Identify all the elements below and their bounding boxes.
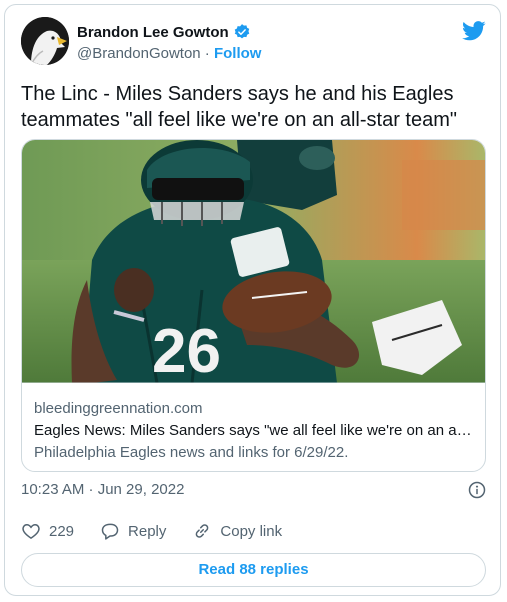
jersey-number: 26 — [152, 317, 221, 383]
handle-row: @BrandonGowton · Follow — [77, 45, 261, 62]
author-name-row[interactable]: Brandon Lee Gowton — [77, 23, 251, 41]
tweet-timestamp[interactable]: 10:23 AM · Jun 29, 2022 — [21, 481, 184, 498]
link-description: Philadelphia Eagles news and links for 6… — [34, 444, 349, 461]
link-title[interactable]: Eagles News: Miles Sanders says "we all … — [34, 420, 474, 442]
avatar[interactable] — [21, 17, 69, 65]
tweet-text: The Linc - Miles Sanders says he and his… — [21, 83, 457, 131]
copy-link-button[interactable]: Copy link — [192, 521, 282, 541]
info-icon[interactable] — [468, 481, 486, 499]
author-name[interactable]: Brandon Lee Gowton — [77, 24, 229, 41]
eagle-avatar-image — [21, 17, 69, 65]
author-handle[interactable]: @BrandonGowton — [77, 45, 201, 62]
link-preview-image[interactable]: 26 — [22, 140, 486, 383]
link-preview-meta: bleedinggreennation.com Eagles News: Mil… — [34, 398, 474, 464]
tweet-embed-card: Brandon Lee Gowton @BrandonGowton · Foll… — [4, 4, 501, 596]
like-button[interactable]: 229 — [21, 521, 74, 541]
reply-button[interactable]: Reply — [100, 521, 166, 541]
link-domain: bleedinggreennation.com — [34, 400, 203, 417]
follow-button[interactable]: Follow — [214, 45, 262, 62]
action-bar: 229 Reply Copy link — [21, 521, 308, 541]
reply-label: Reply — [128, 522, 167, 540]
verified-badge-icon — [234, 24, 249, 39]
like-count: 229 — [49, 522, 75, 540]
heart-icon — [22, 523, 40, 539]
reply-bubble-icon — [101, 523, 119, 540]
link-chain-icon — [196, 524, 209, 538]
link-preview-card[interactable]: 26 bleedinggreennation.com Eagles News: … — [21, 139, 486, 472]
handle-separator: · — [200, 45, 214, 62]
twitter-bird-icon[interactable] — [462, 21, 486, 41]
read-replies-button[interactable]: Read 88 replies — [21, 553, 486, 587]
copy-link-label: Copy link — [220, 522, 283, 540]
